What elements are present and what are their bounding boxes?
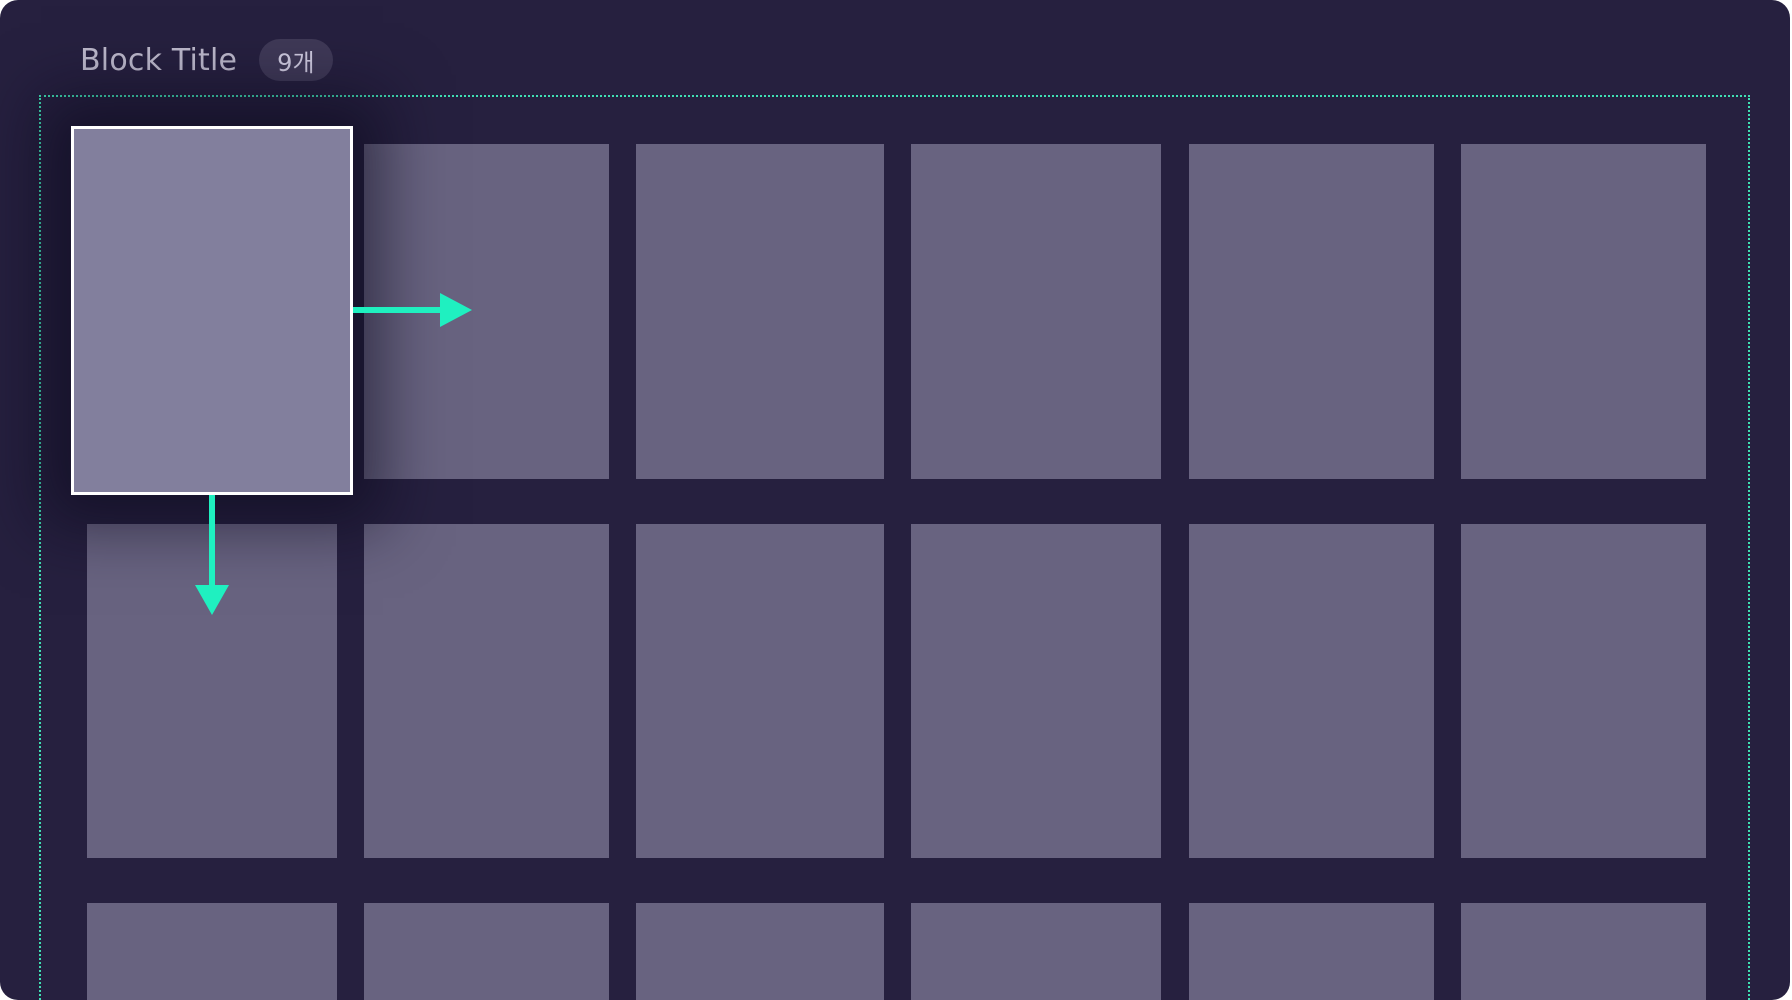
grid-tile[interactable] [1189,903,1434,1000]
count-badge: 9개 [259,39,333,81]
content-block: Block Title 9개 [0,0,1790,1000]
grid-tile[interactable] [364,524,609,858]
grid-tile[interactable] [1461,903,1706,1000]
grid-tile[interactable] [87,903,337,1000]
grid-tile[interactable] [911,524,1161,858]
grid-tile[interactable] [1461,144,1706,479]
grid-tile[interactable] [636,144,884,479]
grid-tile[interactable] [1461,524,1706,858]
grid-tile[interactable] [636,903,884,1000]
grid-tile[interactable] [1189,524,1434,858]
grid-tile[interactable] [911,144,1161,479]
grid-tile[interactable] [1189,144,1434,479]
focused-grid-tile[interactable] [71,126,353,495]
grid-tile[interactable] [364,144,609,479]
block-title: Block Title [80,42,238,78]
block-header: Block Title 9개 [80,38,333,82]
grid-tile[interactable] [911,903,1161,1000]
grid-tile[interactable] [636,524,884,858]
grid-tile[interactable] [87,524,337,858]
grid-tile[interactable] [364,903,609,1000]
